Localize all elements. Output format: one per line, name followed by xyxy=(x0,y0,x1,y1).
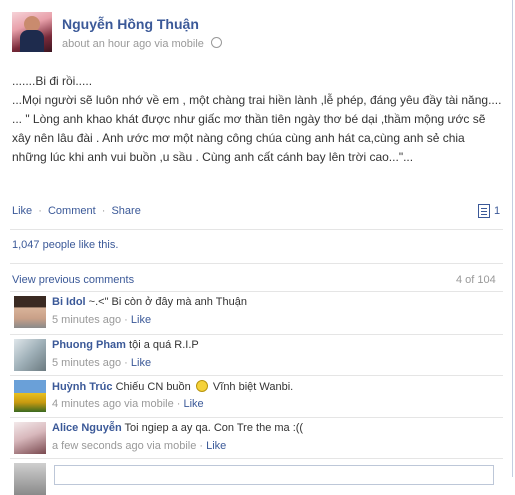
message-line: ...Mọi người sẽ luôn nhớ về em , một chà… xyxy=(12,93,502,107)
comment-like-link[interactable]: Like xyxy=(131,314,151,326)
comment-like-link[interactable]: Like xyxy=(206,440,226,452)
news-feed-story: Nguyễn Hồng Thuận about an hour ago via … xyxy=(0,0,513,495)
like-link[interactable]: Like xyxy=(12,205,32,217)
avatar-body xyxy=(20,30,44,52)
globe-icon[interactable] xyxy=(210,37,222,48)
divider xyxy=(10,263,503,264)
comment-item: Phuong Pham tội a quá R.I.P 5 minutes ag… xyxy=(10,337,503,379)
share-count[interactable]: 1 xyxy=(494,205,500,217)
commenter-name[interactable]: Huỳnh Trúc xyxy=(52,381,113,393)
comment-item: Alice Nguyễn Toi ngiep a ay qa. Con Tre … xyxy=(10,420,503,462)
post-meta: about an hour ago via mobile xyxy=(62,37,222,50)
likes-summary[interactable]: 1,047 people like this. xyxy=(12,239,118,251)
message-line: .......Bi đi rồi..... xyxy=(12,74,93,88)
emoticon-icon xyxy=(195,380,208,392)
commenter-name[interactable]: Alice Nguyễn xyxy=(52,422,122,434)
post-actions: Like · Comment · Share xyxy=(12,205,141,217)
comment-body: Toi ngiep a ay qa. Con Tre the ma :(( xyxy=(124,422,304,434)
comment-meta: 5 minutes ago · Like xyxy=(52,314,152,326)
comment-time[interactable]: 4 minutes ago xyxy=(52,398,121,410)
comment-item: Bi Idol ~.<" Bi còn ở đây mà anh Thuận 5… xyxy=(10,294,503,336)
write-comment-input[interactable] xyxy=(54,465,494,485)
author-avatar[interactable] xyxy=(12,12,52,52)
message-line: ... " Lòng anh khao khát được như giấc m… xyxy=(12,112,486,164)
comment-text: Bi Idol ~.<" Bi còn ở đây mà anh Thuận xyxy=(52,296,247,308)
comment-meta: 5 minutes ago · Like xyxy=(52,357,152,369)
comment-via: via mobile xyxy=(124,398,174,410)
divider xyxy=(10,291,503,292)
comment-text: Huỳnh Trúc Chiếu CN buồn Vĩnh biệt Wanbi… xyxy=(52,380,293,393)
comment-time[interactable]: 5 minutes ago xyxy=(52,314,121,326)
comment-time[interactable]: a few seconds ago xyxy=(52,440,144,452)
commenter-avatar[interactable] xyxy=(14,380,46,412)
share-count-icon[interactable] xyxy=(478,204,490,218)
comment-text: Phuong Pham tội a quá R.I.P xyxy=(52,339,199,351)
commenter-avatar[interactable] xyxy=(14,422,46,454)
comment-count: 4 of 104 xyxy=(456,274,496,286)
post-time[interactable]: about an hour ago xyxy=(62,38,151,50)
comment-meta: a few seconds ago via mobile · Like xyxy=(52,440,227,452)
comment-meta: 4 minutes ago via mobile · Like xyxy=(52,398,204,410)
separator: · xyxy=(38,205,42,217)
comment-time[interactable]: 5 minutes ago xyxy=(52,357,121,369)
comment-link[interactable]: Comment xyxy=(48,205,96,217)
divider xyxy=(10,375,503,376)
author-name[interactable]: Nguyễn Hồng Thuận xyxy=(62,16,199,32)
view-previous-comments-link[interactable]: View previous comments xyxy=(12,274,134,286)
divider xyxy=(10,229,503,230)
commenter-name[interactable]: Phuong Pham xyxy=(52,339,126,351)
viewer-avatar xyxy=(14,463,46,495)
share-link[interactable]: Share xyxy=(111,205,140,217)
comment-item: Huỳnh Trúc Chiếu CN buồn Vĩnh biệt Wanbi… xyxy=(10,378,503,420)
comment-body: ~.<" Bi còn ở đây mà anh Thuận xyxy=(88,296,247,308)
post-via: via mobile xyxy=(154,38,204,50)
comment-body-cont: Vĩnh biệt Wanbi. xyxy=(212,381,294,393)
divider xyxy=(10,458,503,459)
separator: · xyxy=(101,205,106,217)
comment-body: tội a quá R.I.P xyxy=(129,339,199,351)
commenter-avatar[interactable] xyxy=(14,339,46,371)
comment-like-link[interactable]: Like xyxy=(183,398,203,410)
post-message: .......Bi đi rồi..... ...Mọi người sẽ lu… xyxy=(12,72,502,167)
comment-text: Alice Nguyễn Toi ngiep a ay qa. Con Tre … xyxy=(52,422,303,434)
comment-via: via mobile xyxy=(146,440,197,452)
comment-like-link[interactable]: Like xyxy=(131,357,151,369)
divider xyxy=(10,334,503,335)
comment-body: Chiếu CN buồn xyxy=(115,381,191,393)
commenter-name[interactable]: Bi Idol xyxy=(52,296,86,308)
divider xyxy=(10,417,503,418)
commenter-avatar[interactable] xyxy=(14,296,46,328)
